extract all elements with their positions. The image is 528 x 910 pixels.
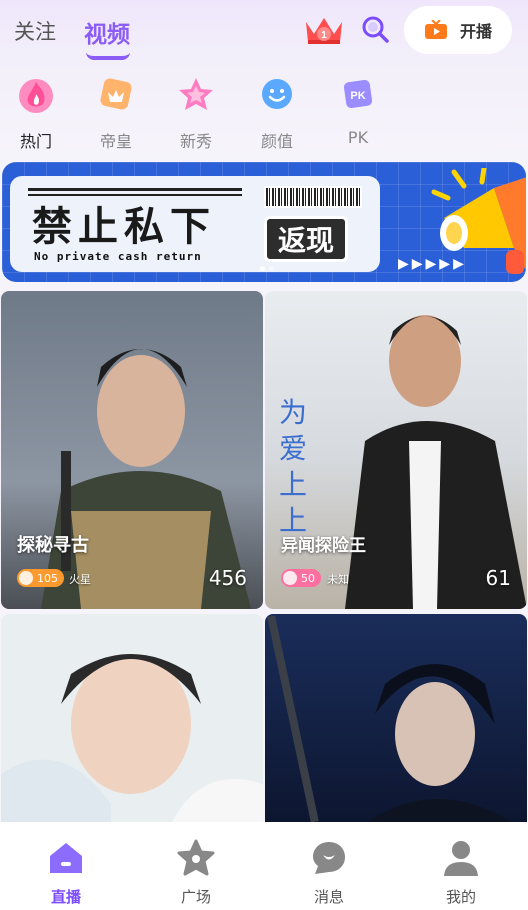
viewer-count: 61 (485, 566, 511, 590)
go-live-label: 开播 (460, 22, 493, 41)
nav-plaza[interactable]: 广场 (156, 822, 236, 910)
nav-label: 我的 (445, 888, 476, 906)
banner-rule (28, 188, 242, 191)
smile-face-icon (262, 79, 292, 109)
level-value: 50 (301, 571, 315, 585)
level-badge: 105 (17, 569, 64, 587)
go-live-button[interactable]: 开播 (404, 6, 512, 54)
barcode-graphic (264, 186, 362, 208)
room-cover-image (265, 614, 527, 824)
search-icon[interactable] (360, 14, 390, 44)
banner-subtitle: No private cash return (34, 250, 202, 263)
tab-video[interactable]: 视频 (84, 15, 130, 49)
tab-follow[interactable]: 关注 (14, 16, 56, 46)
banner-tag: 返现 (264, 216, 348, 262)
nav-messages[interactable]: 消息 (289, 822, 369, 910)
room-title: 探秘寻古 (17, 535, 89, 556)
live-room-card[interactable]: 异闻探险王 为爱上上 50 未知 61 (265, 291, 527, 609)
level-badge: 50 (281, 569, 321, 587)
svg-text:1: 1 (321, 30, 327, 41)
category-emperor[interactable]: 帝皇 (86, 70, 146, 154)
pk-icon: PK (343, 79, 373, 109)
category-label: 新秀 (179, 132, 212, 151)
category-label: 帝皇 (99, 132, 132, 151)
live-room-card[interactable]: 探秘寻古 105 火星 456 (1, 291, 263, 609)
category-row: 热门 帝皇 新秀 颜值 PK PK (0, 70, 528, 154)
category-label: 颜值 (260, 132, 293, 151)
active-tab-indicator (86, 52, 130, 60)
poster-text: 为爱上上 (279, 396, 308, 537)
room-location: 未知 (327, 573, 349, 586)
crown-icon[interactable]: 1 (302, 12, 346, 48)
star-icon (179, 78, 213, 110)
level-value: 105 (37, 571, 58, 585)
banner-pager (260, 266, 274, 271)
live-room-card[interactable] (265, 614, 527, 824)
home-icon (50, 843, 82, 873)
category-label: 热门 (19, 132, 52, 151)
room-cover-image (1, 614, 263, 824)
level-icon (283, 571, 297, 585)
emperor-badge-icon (100, 78, 132, 110)
category-pk[interactable]: PK PK (328, 70, 388, 154)
nav-label: 广场 (180, 888, 211, 906)
star-plaza-icon (177, 839, 215, 876)
room-cover-image (1, 291, 263, 609)
viewer-count: 456 (208, 566, 247, 590)
flame-icon (19, 79, 53, 113)
megaphone-icon (431, 168, 526, 274)
message-icon (313, 842, 345, 874)
category-looks[interactable]: 颜值 (247, 70, 307, 154)
live-room-card[interactable] (1, 614, 263, 824)
nav-label: 消息 (313, 888, 344, 906)
banner-title: 禁止私下 (32, 203, 216, 250)
svg-text:PK: PK (350, 90, 365, 102)
category-label: PK (347, 128, 369, 147)
nav-live[interactable]: 直播 (26, 822, 106, 910)
level-icon (19, 571, 33, 585)
room-location: 火星 (69, 573, 91, 586)
category-hot[interactable]: 热门 (6, 70, 66, 154)
top-bar: 关注 视频 1 开播 (0, 0, 528, 62)
nav-profile[interactable]: 我的 (421, 822, 501, 910)
person-icon (444, 841, 478, 876)
promo-banner[interactable]: 禁止私下 No private cash return 返现 ▶▶▶▶▶ (2, 162, 526, 282)
bottom-nav: 直播 广场 消息 我的 (0, 822, 528, 910)
nav-label: 直播 (50, 888, 81, 906)
tv-icon (425, 20, 447, 39)
category-rookie[interactable]: 新秀 (166, 70, 226, 154)
